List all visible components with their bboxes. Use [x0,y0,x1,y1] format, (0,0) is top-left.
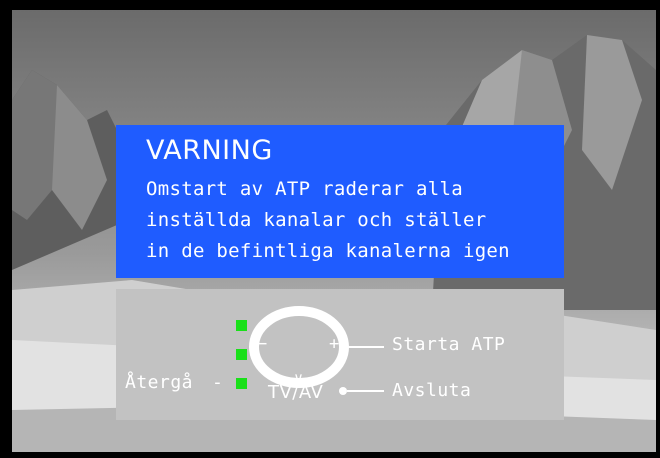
back-indicator-icon[interactable] [236,378,247,389]
warning-line: inställda kanalar och ställer [146,209,487,231]
tv-av-label[interactable]: TV/AV [268,382,323,403]
frame-left [0,0,12,458]
dpad-left-icon[interactable]: − [257,334,268,354]
dpad-up-icon[interactable]: ∧ [293,302,303,320]
tv-button-dot [339,387,347,395]
control-panel: ∧ ∨ − + Återgå - Starta ATP TV/AV Avslut… [116,289,564,420]
frame-top [0,0,660,10]
warning-line: in de befintliga kanalerna igen [146,240,510,262]
back-dash: - [212,372,224,393]
start-atp-label[interactable]: Starta ATP [392,334,505,355]
green-indicator-icon [236,320,247,331]
dpad-right-icon[interactable]: + [329,334,340,354]
back-label[interactable]: Återgå [125,372,193,393]
green-indicator-icon [236,349,247,360]
warning-line: Omstart av ATP raderar alla [146,178,463,200]
frame-right [656,0,660,458]
exit-label[interactable]: Avsluta [392,380,471,401]
warning-title: VARNING [146,135,273,166]
frame-bottom [0,452,660,458]
warning-panel: VARNING Omstart av ATP raderar alla inst… [116,125,564,278]
